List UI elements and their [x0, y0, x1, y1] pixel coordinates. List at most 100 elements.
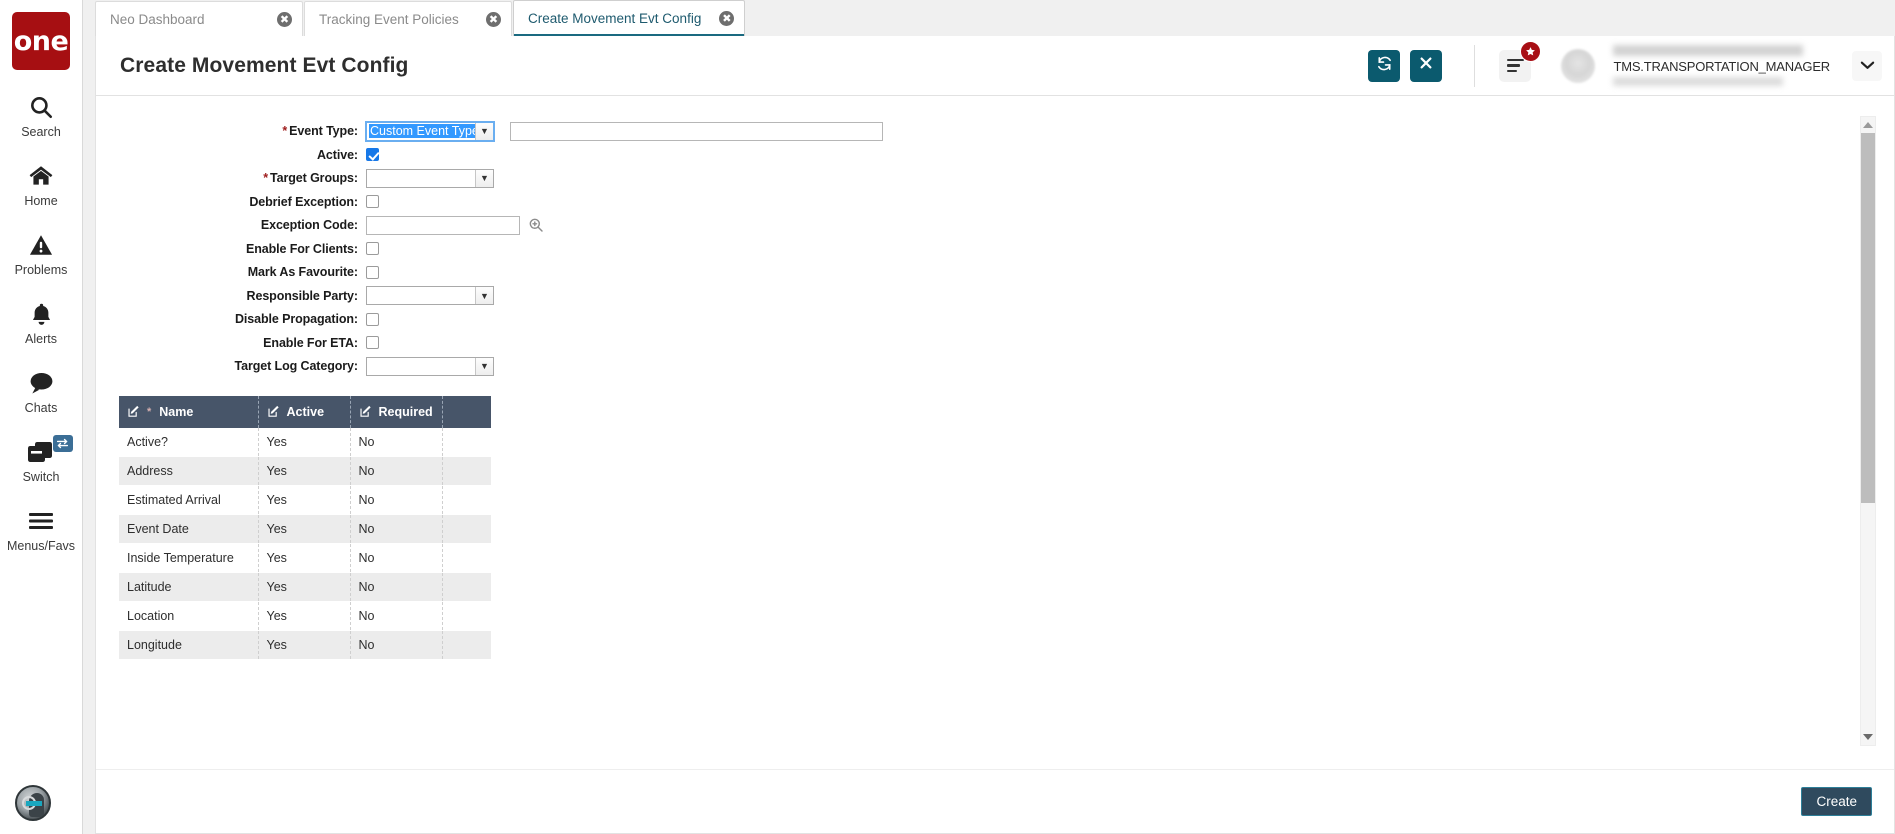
- scroll-up-arrow-icon[interactable]: [1863, 122, 1873, 128]
- left-sidebar: one Search Home Problems Alerts Chats Sw…: [0, 0, 83, 834]
- table-row[interactable]: Latitude Yes No: [119, 572, 491, 602]
- sidebar-label-search: Search: [21, 125, 61, 139]
- field-row-active: Active:: [116, 144, 1858, 167]
- refresh-icon: [1376, 55, 1393, 77]
- field-label-target-groups: * Target Groups:: [263, 171, 358, 186]
- sidebar-label-chats: Chats: [24, 401, 58, 415]
- table-row[interactable]: Estimated Arrival Yes No: [119, 485, 491, 515]
- application-window: one Search Home Problems Alerts Chats Sw…: [0, 0, 1895, 834]
- enable-for-eta-checkbox[interactable]: [366, 336, 379, 350]
- active-checkbox[interactable]: [366, 148, 379, 162]
- field-label-enable-for-eta: Enable For ETA:: [263, 335, 358, 350]
- header-menu-button[interactable]: [1499, 40, 1542, 82]
- table-header-row: * Name Active Required: [119, 395, 491, 428]
- event-config-form: * Event Type: Custom Event Type ▼ Active:: [116, 116, 1858, 378]
- user-menu-button[interactable]: [1852, 50, 1882, 81]
- table-row[interactable]: Event Date Yes No: [119, 514, 491, 544]
- swap-arrows-icon[interactable]: [52, 435, 73, 452]
- responsible-party-select[interactable]: ▼: [366, 286, 494, 306]
- table-row[interactable]: Address Yes No: [119, 456, 491, 486]
- pencil-square-icon: [359, 405, 373, 419]
- target-log-category-select[interactable]: ▼: [366, 356, 494, 376]
- target-log-category-value: [367, 358, 475, 375]
- user-org-redacted: [1613, 77, 1784, 86]
- field-label-disable-propagation: Disable Propagation:: [234, 312, 358, 327]
- disable-propagation-checkbox[interactable]: [366, 312, 379, 326]
- sidebar-label-home: Home: [24, 194, 58, 208]
- table-row[interactable]: Active? Yes No: [119, 427, 491, 457]
- label-text: Enable For Clients: [245, 241, 354, 256]
- sidebar-item-menus-favs[interactable]: Menus/Favs: [0, 506, 83, 553]
- sidebar-item-switch[interactable]: Switch: [0, 435, 83, 484]
- column-header-active[interactable]: Active: [258, 395, 351, 428]
- sidebar-item-home[interactable]: Home: [0, 161, 83, 208]
- cell-required: No: [350, 572, 443, 602]
- table-row[interactable]: Inside Temperature Yes No: [119, 543, 491, 573]
- column-label: Name: [159, 404, 194, 419]
- event-type-text-input[interactable]: [510, 121, 883, 141]
- close-button[interactable]: [1410, 49, 1443, 82]
- cell-active: Yes: [258, 543, 351, 573]
- cell-active: Yes: [258, 485, 351, 515]
- tab-neo-dashboard[interactable]: Neo Dashboard ✖: [95, 1, 303, 36]
- close-icon[interactable]: ✖: [486, 11, 501, 27]
- field-label-exception-code: Exception Code:: [260, 218, 358, 233]
- page-title: Create Movement Evt Config: [120, 53, 409, 77]
- tab-create-movement-evt-config[interactable]: Create Movement Evt Config ✖: [513, 0, 746, 36]
- magnifier-plus-icon[interactable]: [528, 217, 544, 233]
- cell-name: Address: [119, 456, 259, 486]
- cell-required: No: [350, 456, 443, 486]
- vertical-scrollbar[interactable]: [1860, 116, 1876, 746]
- scroll-down-arrow-icon[interactable]: [1863, 734, 1873, 740]
- field-label-enable-for-clients: Enable For Clients:: [245, 241, 358, 256]
- label-text: Active: [317, 147, 354, 162]
- mark-as-favourite-checkbox[interactable]: [366, 265, 379, 279]
- user-role-label: TMS.TRANSPORTATION_MANAGER: [1613, 59, 1830, 74]
- target-groups-select[interactable]: ▼: [366, 168, 494, 188]
- hamburger-icon: [27, 506, 55, 536]
- sidebar-item-alerts[interactable]: Alerts: [0, 299, 83, 346]
- close-icon[interactable]: ✖: [277, 11, 292, 27]
- content-panel: * Event Type: Custom Event Type ▼ Active:: [95, 96, 1895, 834]
- event-type-select[interactable]: Custom Event Type ▼: [365, 120, 495, 142]
- refresh-button[interactable]: [1368, 49, 1401, 82]
- chevron-down-icon[interactable]: ▼: [475, 357, 493, 375]
- pencil-square-icon: [267, 405, 281, 419]
- table-row[interactable]: Location Yes No: [119, 601, 491, 631]
- cell-active: Yes: [258, 601, 351, 631]
- field-row-target-log-category: Target Log Category: ▼: [116, 355, 1858, 378]
- field-row-event-type: * Event Type: Custom Event Type ▼: [116, 120, 1858, 143]
- cell-active: Yes: [258, 572, 351, 602]
- responsible-party-value: [367, 287, 475, 304]
- scrollbar-thumb[interactable]: [1861, 133, 1875, 503]
- table-row[interactable]: Longitude Yes No: [119, 630, 491, 660]
- cell-spacer: [442, 485, 491, 515]
- table-header: * Name Active Required: [119, 395, 491, 428]
- field-row-enable-for-clients: Enable For Clients:: [116, 238, 1858, 261]
- one-logo[interactable]: one: [12, 12, 70, 70]
- sidebar-item-chats[interactable]: Chats: [0, 368, 83, 415]
- sidebar-item-search[interactable]: Search: [0, 92, 83, 139]
- close-icon[interactable]: ✖: [719, 11, 735, 26]
- user-avatar[interactable]: [1561, 48, 1596, 83]
- create-button[interactable]: Create: [1801, 787, 1872, 816]
- column-header-name[interactable]: * Name: [119, 395, 259, 428]
- column-header-required[interactable]: Required: [350, 395, 443, 428]
- field-row-target-groups: * Target Groups: ▼: [116, 167, 1858, 190]
- sidebar-item-problems[interactable]: Problems: [0, 230, 83, 277]
- debrief-exception-checkbox[interactable]: [366, 195, 379, 209]
- sidebar-label-switch: Switch: [22, 470, 60, 484]
- tab-tracking-event-policies[interactable]: Tracking Event Policies ✖: [304, 1, 512, 36]
- chevron-down-icon[interactable]: ▼: [475, 287, 493, 305]
- cell-spacer: [442, 456, 491, 486]
- sidebar-label-alerts: Alerts: [25, 332, 57, 346]
- chevron-down-icon[interactable]: ▼: [475, 122, 493, 140]
- label-text: Mark As Favourite: [247, 265, 354, 280]
- chevron-down-icon[interactable]: ▼: [475, 169, 493, 187]
- enable-for-clients-checkbox[interactable]: [366, 242, 379, 256]
- tab-label: Neo Dashboard: [110, 11, 205, 27]
- assistant-avatar[interactable]: [15, 785, 51, 821]
- field-label-active: Active:: [317, 147, 358, 162]
- exception-code-input[interactable]: [366, 215, 520, 235]
- cell-spacer: [442, 601, 491, 631]
